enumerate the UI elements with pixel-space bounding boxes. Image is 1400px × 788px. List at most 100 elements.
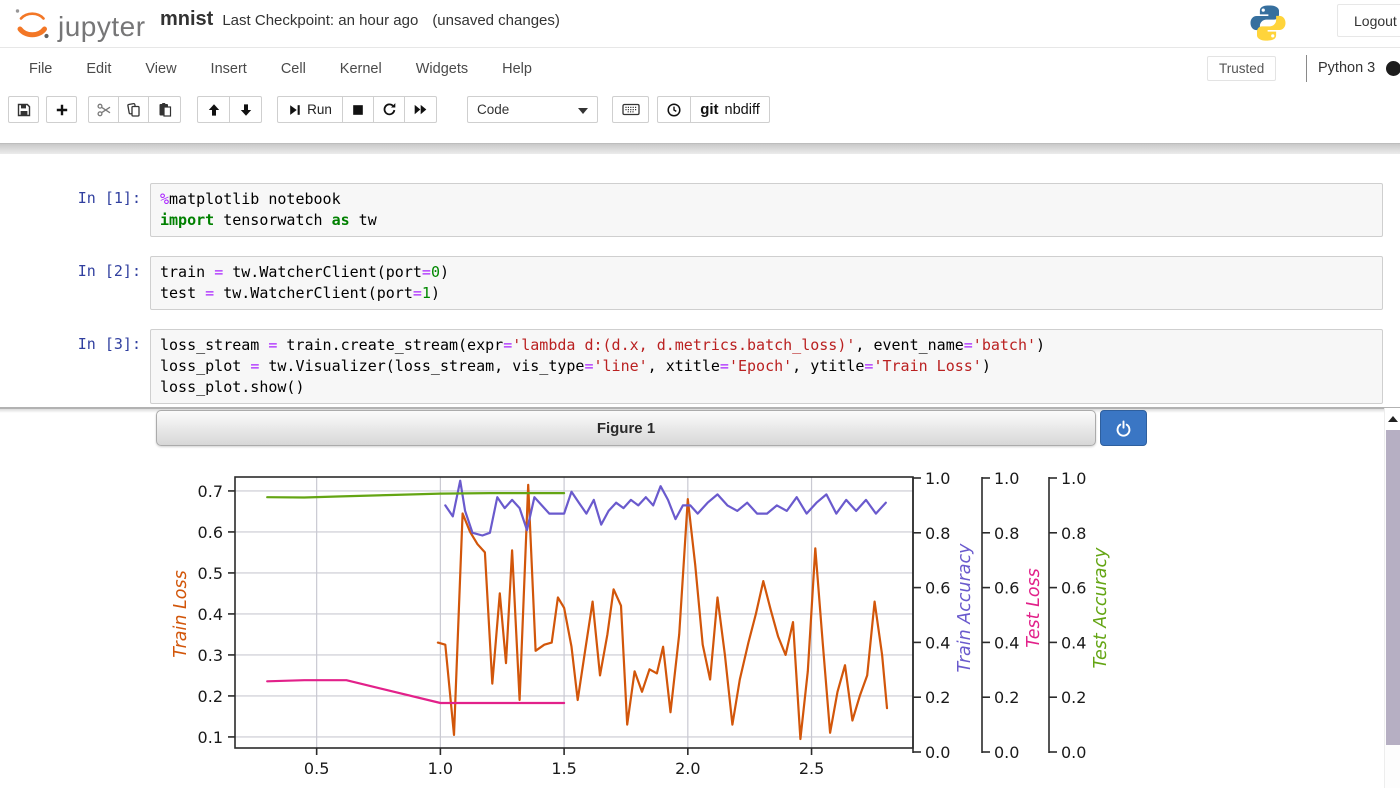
svg-text:0.0: 0.0 [1061,743,1086,762]
arrow-up-icon [206,102,222,118]
svg-text:0.6: 0.6 [925,579,950,598]
copy-cell-button[interactable] [118,96,149,123]
svg-text:1.0: 1.0 [994,469,1019,488]
move-cell-down-button[interactable] [229,96,262,123]
svg-text:0.0: 0.0 [994,743,1019,762]
header: jupyter mnist Last Checkpoint: an hour a… [0,0,1400,48]
nbdiff-label: nbdiff [725,102,760,118]
cell1-code: %matplotlib notebookimport tensorwatch a… [151,184,1382,236]
plus-icon [54,102,70,118]
scrollbar[interactable] [1384,408,1400,788]
cell3-input[interactable]: loss_stream = train.create_stream(expr='… [150,329,1383,404]
menu-list: File Edit View Insert Cell Kernel Widget… [12,49,549,89]
kernel-status-indicator [1386,61,1400,76]
jupyter-logo[interactable]: jupyter [12,5,146,48]
menubar: File Edit View Insert Cell Kernel Widget… [0,49,1400,89]
menu-file[interactable]: File [12,51,69,87]
menu-edit[interactable]: Edit [69,51,128,87]
header-divider-band [0,143,1400,154]
scrollbar-thumb[interactable] [1386,430,1400,745]
step-forward-icon [288,103,302,117]
scrollbar-up-button[interactable] [1385,408,1400,430]
svg-text:0.2: 0.2 [198,687,223,706]
run-label: Run [307,102,332,117]
svg-text:0.6: 0.6 [994,579,1019,598]
jupyter-logo-icon [12,5,52,48]
svg-text:0.4: 0.4 [198,605,223,624]
svg-text:1.5: 1.5 [551,759,576,778]
svg-text:0.2: 0.2 [925,688,950,707]
svg-text:Train Loss: Train Loss [171,570,191,657]
svg-text:0.8: 0.8 [1061,524,1086,543]
svg-text:0.5: 0.5 [198,564,223,583]
restart-run-all-button[interactable] [404,96,437,123]
cell1-input[interactable]: %matplotlib notebookimport tensorwatch a… [150,183,1383,237]
figure-canvas[interactable]: 0.1 0.2 0.3 0.4 0.5 0.6 0.7 Train Loss 0.5 1.0 1.5… [0,446,1400,788]
svg-text:2.0: 2.0 [675,759,700,778]
save-button[interactable] [8,96,39,123]
svg-text:1.0: 1.0 [1061,469,1086,488]
figure-canvas-wrap: 0.1 0.2 0.3 0.4 0.5 0.6 0.7 Train Loss 0.5 1.0 1.5… [0,446,1400,788]
git-label: git [700,101,718,118]
jupyter-notebook-app: jupyter mnist Last Checkpoint: an hour a… [0,0,1400,788]
cell2-input[interactable]: train = tw.WatcherClient(port=0)test = t… [150,256,1383,310]
svg-text:2.5: 2.5 [799,759,824,778]
cell1-prompt: In [1]: [0,189,141,207]
menu-help[interactable]: Help [485,51,549,87]
fast-forward-icon [413,102,428,117]
scroll-up-icon [1388,416,1398,422]
refresh-icon [382,102,397,117]
cell-type-select[interactable]: Code [467,96,598,123]
menu-kernel[interactable]: Kernel [323,51,399,87]
copy-icon [126,102,142,118]
svg-text:0.6: 0.6 [1061,579,1086,598]
svg-text:0.2: 0.2 [1061,688,1086,707]
svg-text:0.1: 0.1 [198,728,223,747]
svg-text:0.8: 0.8 [994,524,1019,543]
svg-text:1.0: 1.0 [925,469,950,488]
paste-cell-button[interactable] [148,96,181,123]
keyboard-icon [622,102,640,117]
cell3-prompt: In [3]: [0,335,141,353]
kernel-separator [1306,55,1307,82]
svg-text:0.4: 0.4 [994,633,1019,652]
unsaved-changes-label: (unsaved changes) [432,12,560,29]
logout-button[interactable]: Logout [1337,4,1400,37]
svg-text:0.0: 0.0 [925,743,950,762]
kernel-name: Python 3 [1318,60,1375,76]
scissors-icon [96,102,112,118]
run-cell-button[interactable]: Run [277,96,343,123]
add-cell-button[interactable] [46,96,77,123]
figure-title: Figure 1 [597,420,655,437]
svg-text:0.7: 0.7 [198,482,223,501]
svg-text:Test Accuracy: Test Accuracy [1091,547,1111,669]
move-cell-up-button[interactable] [197,96,230,123]
save-icon [16,102,32,118]
svg-text:0.5: 0.5 [304,759,329,778]
svg-text:1.0: 1.0 [428,759,453,778]
cell2-code: train = tw.WatcherClient(port=0)test = t… [151,257,1382,309]
history-button[interactable] [657,96,691,123]
interrupt-kernel-button[interactable] [342,96,374,123]
restart-kernel-button[interactable] [373,96,405,123]
chevron-down-icon [578,102,588,117]
menu-widgets[interactable]: Widgets [399,51,485,87]
menu-insert[interactable]: Insert [194,51,264,87]
figure-title-bar[interactable]: Figure 1 [156,410,1096,446]
notebook-title[interactable]: mnist [160,8,213,31]
trusted-badge[interactable]: Trusted [1207,56,1276,81]
cut-cell-button[interactable] [88,96,119,123]
svg-text:0.6: 0.6 [198,523,223,542]
cell2-prompt: In [2]: [0,262,141,280]
clock-icon [666,102,682,118]
svg-text:0.3: 0.3 [198,646,223,665]
paste-icon [157,102,173,118]
git-nbdiff-button[interactable]: git nbdiff [690,96,770,123]
figure-close-button[interactable] [1100,410,1147,446]
svg-text:Train Accuracy: Train Accuracy [955,543,975,673]
jupyter-wordmark: jupyter [58,11,146,43]
menu-view[interactable]: View [128,51,193,87]
command-palette-button[interactable] [612,96,649,123]
svg-text:0.4: 0.4 [1061,633,1086,652]
menu-cell[interactable]: Cell [264,51,323,87]
